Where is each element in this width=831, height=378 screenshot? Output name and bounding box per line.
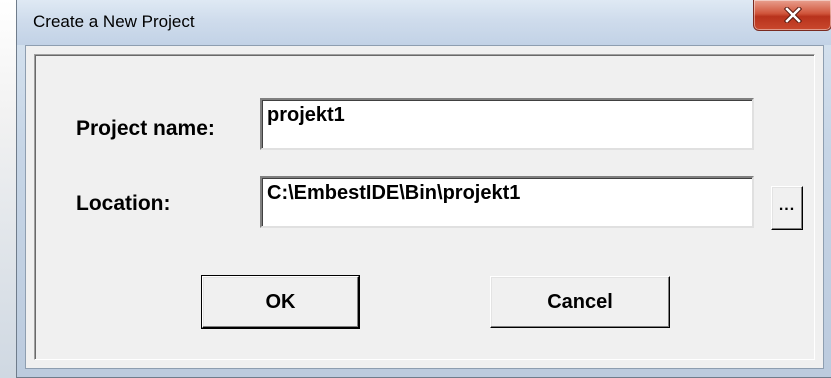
dialog-client-area: Project name: projekt1 Location: C:\Embe…	[25, 45, 824, 369]
close-button[interactable]	[753, 0, 831, 31]
ok-button[interactable]: OK	[201, 275, 360, 329]
window-title: Create a New Project	[33, 12, 195, 31]
close-icon	[783, 7, 802, 23]
dialog-panel: Project name: projekt1 Location: C:\Embe…	[34, 54, 815, 360]
project-name-input[interactable]: projekt1	[260, 98, 754, 150]
project-name-label: Project name:	[76, 117, 215, 140]
browse-button[interactable]: ...	[771, 186, 803, 230]
cancel-button[interactable]: Cancel	[490, 276, 670, 328]
location-label: Location:	[76, 192, 171, 215]
title-bar[interactable]: Create a New Project	[17, 0, 831, 45]
location-input[interactable]: C:\EmbestIDE\Bin\projekt1	[260, 176, 754, 228]
background-window-edge	[0, 0, 16, 378]
dialog-window: Create a New Project Project name: proje…	[16, 0, 831, 378]
